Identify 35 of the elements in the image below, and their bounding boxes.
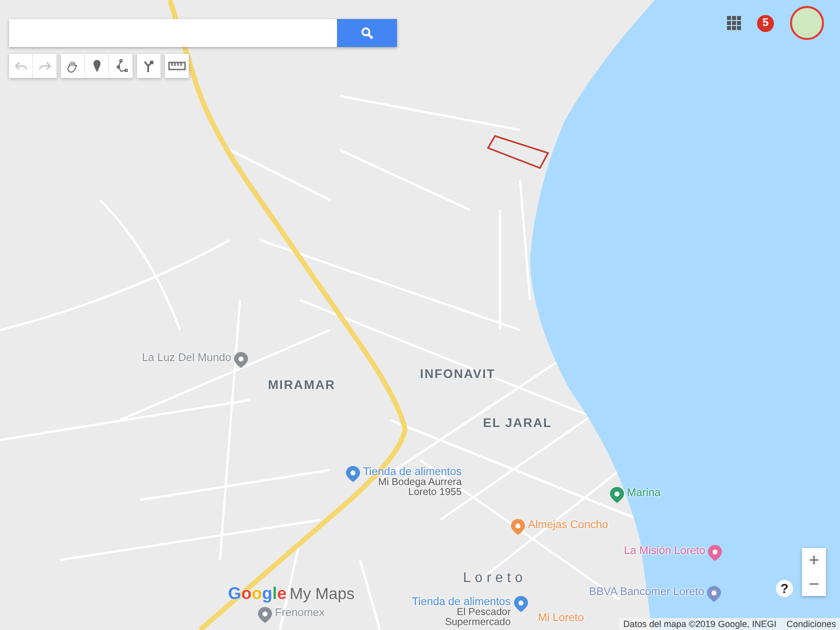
line-tool-button[interactable] [109,54,133,78]
hand-icon [66,59,80,73]
area-label: EL JARAL [483,416,552,430]
place-pin-icon[interactable] [258,607,272,623]
place-label[interactable]: La Luz Del Mundo [142,352,232,364]
redo-icon [38,59,52,73]
place-label[interactable]: Tienda de alimentos El Pescador Supermercado [412,596,511,628]
ruler-tool-button[interactable] [165,54,189,78]
directions-icon [142,59,156,73]
terms-link[interactable]: Condiciones [786,619,836,629]
ruler-icon [168,61,186,71]
undo-icon [14,59,28,73]
map-attribution: Datos del mapa ©2019 Google, INEGI [623,619,776,629]
place-pin-icon[interactable] [234,352,248,368]
area-label: Loreto [463,569,527,585]
search-icon [360,26,374,40]
search-button[interactable] [337,19,397,47]
place-pin-icon[interactable] [610,487,624,503]
place-pin-icon[interactable] [707,586,722,602]
place-label[interactable]: Frenomex [275,607,325,619]
apps-grid-icon[interactable] [727,16,741,30]
area-label: MIRAMAR [268,378,336,392]
zoom-out-button[interactable]: − [802,572,826,596]
directions-tool-button[interactable] [137,54,161,78]
hand-tool-button[interactable] [61,54,85,78]
zoom-in-button[interactable]: + [802,548,826,572]
line-draw-icon [114,59,128,73]
logo-product: My Maps [290,586,355,604]
place-pin-icon[interactable] [511,519,525,535]
place-pin-icon[interactable] [346,466,360,482]
marker-tool-button[interactable] [85,54,109,78]
place-pin-icon[interactable] [514,596,528,612]
search-field[interactable] [9,19,337,47]
place-pin-icon[interactable] [708,545,722,561]
area-label: INFONAVIT [420,367,496,381]
